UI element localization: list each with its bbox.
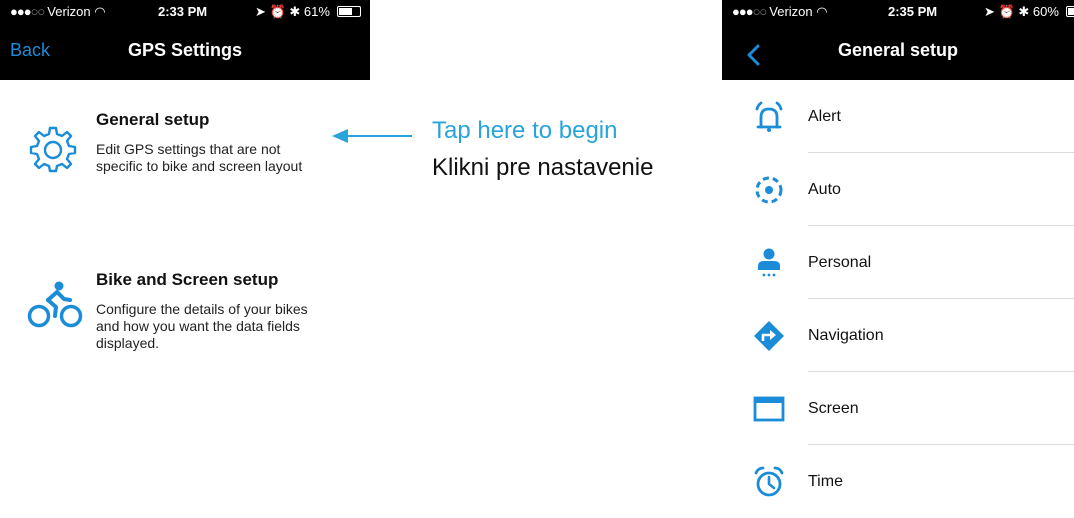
screen-icon xyxy=(753,396,785,422)
menu-item-time[interactable]: Time xyxy=(722,445,1074,518)
annotation-english: Tap here to begin xyxy=(432,117,618,144)
carrier-name: Verizon xyxy=(47,4,91,19)
wifi-icon: ◠ xyxy=(816,4,828,19)
menu-label-navigation: Navigation xyxy=(808,327,884,344)
annotation-slovak: Klikni pre nastavenie xyxy=(432,154,654,181)
page-title: GPS Settings xyxy=(127,40,243,60)
battery-icon xyxy=(1065,6,1074,17)
menu-label-alert: Alert xyxy=(808,108,841,125)
auto-target-icon xyxy=(755,176,783,204)
bike-screen-setup-title: Bike and Screen setup xyxy=(96,270,279,289)
general-setup-item[interactable]: General setup Edit GPS settings that are… xyxy=(28,110,348,200)
menu-item-personal[interactable]: Personal xyxy=(722,226,1074,299)
location-arrow-icon: ➤ xyxy=(255,4,266,19)
alarm-clock-icon xyxy=(754,466,784,497)
menu-label-screen: Screen xyxy=(808,400,859,417)
person-icon xyxy=(758,248,780,277)
nav-bar: General setup xyxy=(722,24,1074,80)
nav-bar: Back GPS Settings xyxy=(0,24,370,80)
navigation-diamond-icon xyxy=(754,321,784,351)
bike-screen-setup-item[interactable]: Bike and Screen setup Configure the deta… xyxy=(26,270,348,370)
alarm-icon: ⏰ xyxy=(269,4,286,19)
bike-screen-setup-description: Configure the details of your bikes and … xyxy=(96,301,308,351)
bluetooth-icon: ✱ xyxy=(289,4,301,19)
bluetooth-icon: ✱ xyxy=(1018,4,1030,19)
wifi-icon: ◠ xyxy=(94,4,106,19)
signal-dots-icon: ●●●○○ xyxy=(10,4,45,19)
status-time: 2:35 PM xyxy=(888,4,938,19)
cyclist-icon xyxy=(26,280,86,335)
status-time: 2:33 PM xyxy=(158,4,208,19)
annotation-arrow-icon xyxy=(332,129,412,143)
battery-percent: 60% xyxy=(1032,4,1059,19)
menu-item-screen[interactable]: Screen xyxy=(722,372,1074,445)
status-bar: ●●●○○ Verizon ◠ 2:33 PM ➤ ⏰ ✱ 61% xyxy=(0,0,370,24)
battery-icon xyxy=(336,6,361,17)
page-title: General setup xyxy=(837,40,959,60)
location-arrow-icon: ➤ xyxy=(984,4,995,19)
menu-label-time: Time xyxy=(808,473,843,490)
menu-label-personal: Personal xyxy=(808,254,872,271)
battery-percent: 61% xyxy=(303,4,330,19)
alarm-icon: ⏰ xyxy=(998,4,1015,19)
general-setup-title: General setup xyxy=(96,110,210,129)
general-setup-description: Edit GPS settings that are not specific … xyxy=(96,141,303,174)
gps-settings-screen: ●●●○○ Verizon ◠ 2:33 PM ➤ ⏰ ✱ 61% Back GP… xyxy=(0,0,370,512)
alarm-bell-icon xyxy=(755,101,783,132)
gear-icon xyxy=(28,124,78,179)
status-bar: ●●●○○ Verizon ◠ 2:35 PM ➤ ⏰ ✱ 60% xyxy=(722,0,1074,24)
menu-item-alert[interactable]: Alert xyxy=(722,80,1074,153)
general-setup-screen: ●●●○○ Verizon ◠ 2:35 PM ➤ ⏰ ✱ 60% General… xyxy=(722,0,1074,512)
menu-label-auto: Auto xyxy=(808,181,841,198)
menu-item-auto[interactable]: Auto xyxy=(722,153,1074,226)
signal-dots-icon: ●●●○○ xyxy=(732,4,767,19)
carrier-name: Verizon xyxy=(769,4,813,19)
menu-item-navigation[interactable]: Navigation xyxy=(722,299,1074,372)
